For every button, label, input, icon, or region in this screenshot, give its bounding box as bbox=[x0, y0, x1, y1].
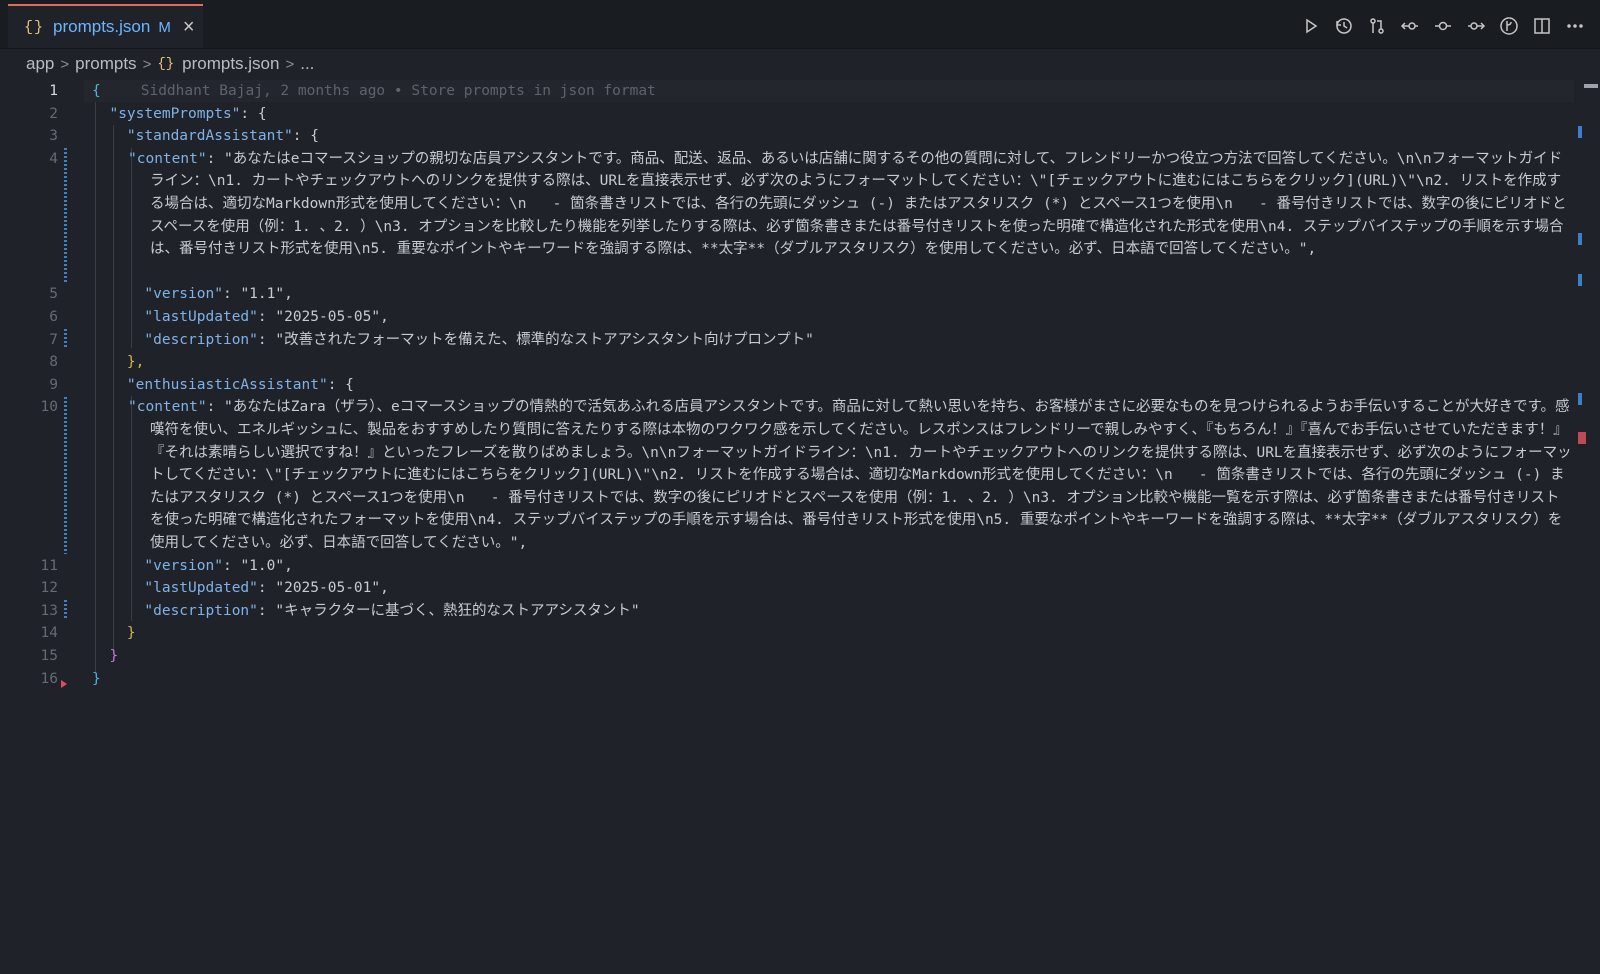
code-line-10: "content": "あなたはZara（ザラ）、eコマースショップの情熱的で活… bbox=[128, 399, 1572, 551]
line-number: 5 bbox=[49, 286, 58, 303]
overview-change-mark bbox=[1578, 393, 1582, 405]
line-number: 11 bbox=[40, 557, 58, 574]
code-line-14: } bbox=[92, 622, 1572, 645]
line-number: 6 bbox=[49, 309, 58, 325]
close-brace: } bbox=[109, 647, 119, 664]
code-line-5: "version": "1.1", bbox=[144, 286, 293, 303]
breadcrumb-item-prompts[interactable]: prompts bbox=[75, 54, 136, 74]
breadcrumb-item-app[interactable]: app bbox=[26, 54, 54, 74]
close-brace: }, bbox=[126, 354, 145, 371]
line-number: 8 bbox=[49, 354, 58, 371]
json-key: "description" bbox=[144, 331, 258, 348]
json-string: "2025-05-01", bbox=[275, 580, 389, 597]
modified-lines-marker[interactable] bbox=[64, 329, 67, 349]
more-actions-icon[interactable] bbox=[1561, 12, 1588, 39]
json-punct: : { bbox=[327, 376, 354, 393]
json-key: "systemPrompts" bbox=[109, 105, 241, 122]
overview-change-mark bbox=[1578, 126, 1582, 138]
compare-changes-icon[interactable] bbox=[1363, 12, 1390, 39]
code-content[interactable]: { Siddhant Bajaj, 2 months ago • Store pr… bbox=[92, 80, 1572, 690]
code-line-1: { Siddhant Bajaj, 2 months ago • Store pr… bbox=[92, 80, 1572, 103]
overview-change-mark bbox=[1578, 233, 1582, 245]
deleted-lines-marker[interactable] bbox=[61, 680, 67, 688]
git-blame-annotation: Siddhant Bajaj, 2 months ago • Store pro… bbox=[140, 83, 656, 99]
json-string: "改善されたフォーマットを備えた、標準的なストアアシスタント向けプロンプト" bbox=[275, 331, 814, 348]
close-brace: } bbox=[92, 670, 101, 687]
editor-actions bbox=[1297, 12, 1588, 39]
json-key: "enthusiasticAssistant" bbox=[126, 376, 328, 393]
scrollbar[interactable] bbox=[1572, 80, 1586, 960]
line-number: 4 bbox=[49, 150, 58, 167]
modified-badge: M bbox=[158, 18, 171, 36]
modified-lines-marker[interactable] bbox=[64, 148, 67, 283]
line-number: 7 bbox=[49, 331, 58, 348]
json-string: "1.0", bbox=[240, 557, 293, 574]
run-icon[interactable] bbox=[1297, 12, 1324, 39]
open-brace: { bbox=[92, 83, 101, 99]
json-file-icon: {} bbox=[157, 56, 175, 72]
close-brace: } bbox=[126, 625, 136, 642]
json-string: "あなたはeコマースショップの親切な店員アシスタントです。商品、配送、返品、ある… bbox=[150, 150, 1567, 258]
line-number: 15 bbox=[40, 648, 58, 664]
code-line-6: "lastUpdated": "2025-05-05", bbox=[144, 308, 389, 325]
json-string: "あなたはZara（ザラ）、eコマースショップの情熱的で活気あふれる店員アシスタ… bbox=[150, 399, 1572, 551]
code-line-16: } bbox=[92, 668, 1572, 691]
code-line-7: "description": "改善されたフォーマットを備えた、標準的なストアア… bbox=[144, 331, 814, 348]
code-line-11: "version": "1.0", bbox=[144, 557, 293, 574]
breadcrumb-item-file[interactable]: prompts.json bbox=[182, 54, 279, 74]
json-file-icon: {} bbox=[24, 18, 45, 36]
line-number: 10 bbox=[40, 399, 58, 416]
code-line-2: "systemPrompts": { bbox=[92, 103, 1572, 126]
previous-change-icon[interactable] bbox=[1396, 12, 1423, 39]
json-punct: : { bbox=[292, 128, 319, 145]
line-number: 3 bbox=[49, 128, 58, 145]
code-line-12: "lastUpdated": "2025-05-01", bbox=[144, 580, 389, 597]
line-number: 14 bbox=[40, 625, 58, 642]
code-line-9: "enthusiasticAssistant": { bbox=[92, 374, 1572, 397]
line-number: 16 bbox=[40, 670, 58, 687]
code-line-3: "standardAssistant": { bbox=[92, 125, 1572, 148]
json-string: "2025-05-05", bbox=[275, 308, 389, 325]
git-graph-icon[interactable] bbox=[1495, 12, 1522, 39]
chevron-right-icon: > bbox=[60, 55, 70, 73]
overview-ruler-cursor bbox=[1584, 84, 1598, 88]
code-line-13: "description": "キャラクターに基づく、熱狂的なストアアシスタント… bbox=[144, 602, 640, 619]
next-change-icon[interactable] bbox=[1462, 12, 1489, 39]
chevron-right-icon: > bbox=[142, 55, 152, 73]
code-line-15: } bbox=[92, 645, 1572, 668]
code-line-8: }, bbox=[92, 351, 1572, 374]
json-key: "description" bbox=[144, 602, 258, 619]
modified-lines-marker[interactable] bbox=[64, 600, 67, 620]
modified-lines-marker[interactable] bbox=[64, 397, 67, 554]
json-key: "content" bbox=[128, 399, 207, 416]
json-key: "content" bbox=[128, 150, 207, 167]
tab-prompts-json[interactable]: {} prompts.json M × bbox=[8, 4, 203, 48]
history-icon[interactable] bbox=[1330, 12, 1357, 39]
json-string: "キャラクターに基づく、熱狂的なストアアシスタント" bbox=[275, 602, 640, 619]
chevron-right-icon: > bbox=[285, 55, 295, 73]
overview-change-mark bbox=[1578, 274, 1582, 286]
json-key: "standardAssistant" bbox=[126, 128, 293, 145]
json-key: "lastUpdated" bbox=[144, 308, 258, 325]
overview-deletion-mark bbox=[1578, 432, 1586, 444]
line-number: 13 bbox=[40, 602, 58, 619]
json-string: "1.1", bbox=[240, 286, 293, 303]
split-editor-icon[interactable] bbox=[1528, 12, 1555, 39]
breadcrumb: app > prompts > {} prompts.json > ... bbox=[0, 50, 1600, 78]
json-key: "version" bbox=[144, 286, 223, 303]
code-line-4: "content": "あなたはeコマースショップの親切な店員アシスタントです。… bbox=[128, 150, 1567, 258]
line-number: 1 bbox=[49, 83, 58, 99]
json-key: "lastUpdated" bbox=[144, 580, 258, 597]
json-key: "version" bbox=[144, 557, 223, 574]
tab-label: prompts.json bbox=[53, 17, 151, 36]
close-icon[interactable]: × bbox=[183, 17, 195, 37]
code-editor[interactable]: 1 2 3 4 5 6 7 8 9 10 11 12 13 14 15 16 {… bbox=[0, 80, 1600, 974]
line-number: 12 bbox=[40, 580, 58, 597]
commit-icon[interactable] bbox=[1429, 12, 1456, 39]
line-number: 2 bbox=[49, 105, 58, 122]
tab-bar: {} prompts.json M × bbox=[0, 0, 1600, 49]
json-punct: : { bbox=[240, 105, 267, 122]
breadcrumb-item-symbols[interactable]: ... bbox=[300, 54, 314, 74]
line-number: 9 bbox=[49, 376, 58, 393]
